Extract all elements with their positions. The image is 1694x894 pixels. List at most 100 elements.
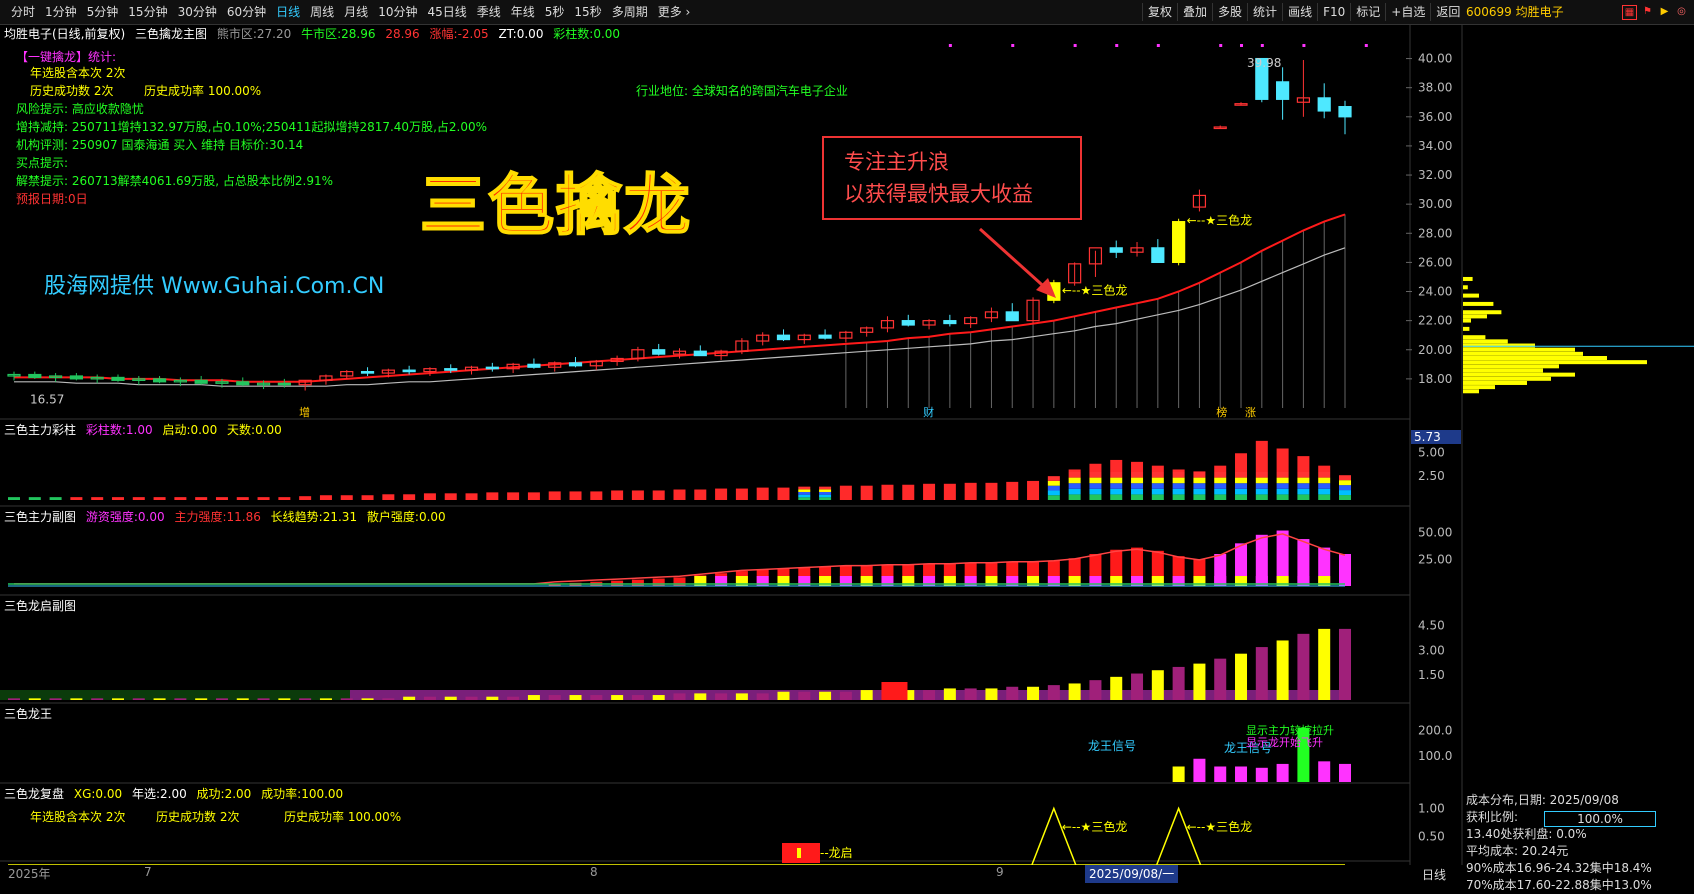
p3-bar-15	[319, 698, 332, 700]
p1-bar-60-2	[1255, 483, 1268, 489]
p2-k3: 长线趋势:	[270, 510, 323, 524]
period-tab-13[interactable]: 5秒	[540, 3, 570, 21]
marker-cai: 财	[923, 405, 934, 419]
grid-icon[interactable]: ▦	[1622, 5, 1637, 20]
p5-tick-0: 1.00	[1418, 801, 1445, 815]
price-tick-8: 24.00	[1418, 285, 1452, 299]
p3-bar-11	[236, 698, 249, 700]
period-tab-7[interactable]: 周线	[305, 3, 339, 21]
p1-bar-4	[91, 497, 104, 500]
period-tab-5[interactable]: 60分钟	[222, 3, 271, 21]
p3-bar-50	[1047, 685, 1060, 700]
p3-bar-60	[1255, 647, 1268, 700]
p3-bar-63	[1318, 628, 1331, 700]
play-icon[interactable]: ▶	[1658, 5, 1671, 18]
chip-bar-4	[1463, 310, 1502, 315]
tool-button-3[interactable]: 统计	[1247, 3, 1282, 21]
p3-bar-18	[382, 698, 395, 700]
p2-v3: 21.31	[322, 510, 358, 524]
p4-signal-1: 龙王信号	[1088, 739, 1136, 753]
p2-red-line	[14, 533, 1346, 585]
p1-bar-32	[673, 489, 686, 500]
p1-bar-57-2	[1193, 483, 1206, 489]
settings-icon[interactable]: ◎	[1675, 5, 1688, 18]
price-tick-5: 30.00	[1418, 197, 1452, 211]
period-tab-0[interactable]: 分时	[6, 3, 40, 21]
p1-bar-63-0	[1318, 494, 1331, 500]
panel3-title[interactable]: 三色龙启副图	[4, 599, 76, 613]
panel5-title[interactable]: 三色龙复盘	[4, 787, 64, 801]
p1-bar-52-0	[1089, 494, 1102, 500]
tool-button-2[interactable]: 多股	[1212, 3, 1247, 21]
stats-line2a: 历史成功数 2次	[30, 84, 114, 98]
zt-value: 0.00	[516, 27, 544, 41]
p1-bar-57-3	[1193, 477, 1206, 484]
period-tab-9[interactable]: 10分钟	[373, 3, 422, 21]
candle-body-55	[1151, 247, 1165, 263]
p1-bar-62-3	[1297, 477, 1310, 484]
p1-bar-top-60	[1255, 440, 1268, 472]
p2-v1: 0.00	[137, 510, 165, 524]
period-tab-11[interactable]: 季线	[472, 3, 506, 21]
p5-v4: 100.00	[301, 787, 344, 801]
period-tab-3[interactable]: 15分钟	[123, 3, 172, 21]
flag-icon[interactable]: ⚑	[1641, 5, 1654, 18]
panel2-title[interactable]: 三色主力副图	[4, 510, 76, 524]
tool-button-1[interactable]: 叠加	[1177, 3, 1212, 21]
p3-bar-13	[278, 698, 291, 700]
main-info-bar: 均胜电子(日线,前复权) 三色擒龙主图 熊市区:27.20 牛市区:28.96 …	[4, 25, 626, 43]
period-tab-4[interactable]: 30分钟	[173, 3, 222, 21]
val3: 28.96	[385, 27, 420, 41]
p1-bar-52-1	[1089, 488, 1102, 495]
p1-bar-35	[735, 488, 748, 500]
main-indicator[interactable]: 三色擒龙主图	[135, 27, 207, 41]
period-tab-12[interactable]: 年线	[506, 3, 540, 21]
p1-bar-59-1	[1235, 488, 1248, 495]
p3-bar-3	[70, 698, 83, 700]
p1-k3: 天数:	[227, 423, 256, 437]
p1-bar-50-1	[1047, 490, 1060, 496]
period-tab-8[interactable]: 月线	[339, 3, 373, 21]
period-tab-14[interactable]: 15秒	[569, 3, 606, 21]
p1-bar-24	[507, 492, 520, 500]
tool-button-5[interactable]: F10	[1317, 3, 1350, 21]
p1-bar-top-51	[1068, 469, 1081, 472]
tool-button-6[interactable]: 标记	[1350, 3, 1385, 21]
period-tab-16[interactable]: 更多 ›	[653, 3, 696, 21]
period-tab-2[interactable]: 5分钟	[82, 3, 124, 21]
p1-bar-51-1	[1068, 488, 1081, 495]
tool-button-4[interactable]: 画线	[1282, 3, 1317, 21]
p1-bar-59-2	[1235, 483, 1248, 489]
p1-bar-62-2	[1297, 483, 1310, 489]
panel4-title[interactable]: 三色龙王	[4, 707, 52, 721]
p1-bar-62-1	[1297, 488, 1310, 495]
chip-bar-11	[1463, 347, 1575, 352]
candle-body-33	[693, 350, 707, 357]
p3-bar-36	[756, 693, 769, 700]
marker-bang: 榜	[1216, 405, 1227, 419]
pe-label: 熊市区:	[216, 27, 257, 41]
panel4-info: 三色龙王	[4, 705, 58, 723]
panel1-title[interactable]: 三色主力彩柱	[4, 423, 76, 437]
tool-button-7[interactable]: +自选	[1385, 3, 1430, 21]
p1-bar-41	[860, 485, 873, 500]
period-tab-15[interactable]: 多周期	[607, 3, 653, 21]
chip-bar-8	[1463, 335, 1486, 340]
p4-bar-63	[1318, 761, 1331, 782]
big-title: 三色擒龙	[419, 166, 692, 245]
p1-bar-63-4	[1318, 472, 1331, 478]
tool-button-0[interactable]: 复权	[1142, 3, 1177, 21]
p1-bar-61-3	[1276, 477, 1289, 484]
p3-bar-40	[839, 691, 852, 700]
period-tab-1[interactable]: 1分钟	[40, 3, 82, 21]
p5-line-c: 历史成功率 100.00%	[284, 810, 402, 824]
tool-button-8[interactable]: 返回	[1430, 3, 1465, 21]
period-tab-6[interactable]: 日线	[271, 3, 305, 21]
p5-k3: 成功:	[196, 787, 225, 801]
p1-bar-30	[631, 490, 644, 500]
chip-bar-13	[1463, 356, 1607, 360]
period-tab-10[interactable]: 45日线	[422, 3, 471, 21]
p1-bar-15	[319, 495, 332, 500]
p1-bar-14	[299, 496, 312, 500]
p1-bar-51-0	[1068, 494, 1081, 500]
